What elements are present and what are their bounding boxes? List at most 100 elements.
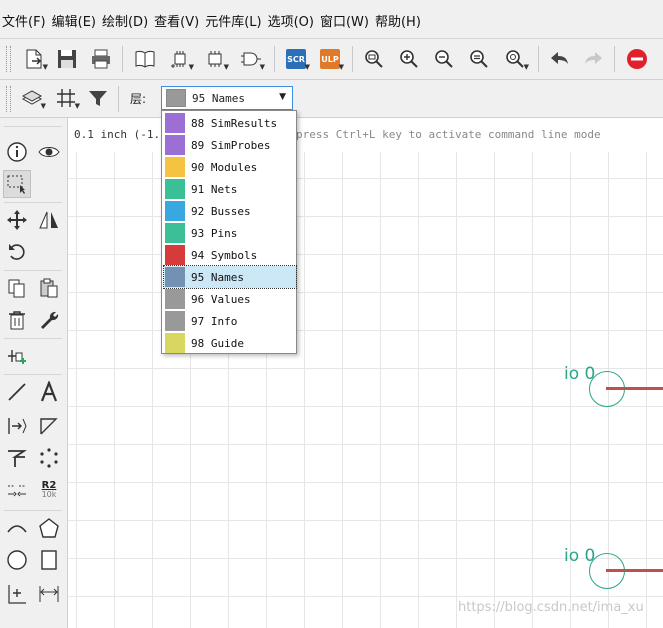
menu-edit[interactable]: 编辑(E) [50,11,100,30]
move-button[interactable] [3,206,31,234]
layer-option-label: 96 Values [191,292,251,306]
change-button[interactable] [35,306,63,334]
wrench-icon [41,311,59,329]
layer-option[interactable]: 98 Guide [164,332,296,354]
layer-toolbar: ▼ ▼ [0,80,663,118]
group-button[interactable] [3,170,31,198]
wire-button[interactable] [35,412,63,440]
filter-button[interactable] [84,84,112,112]
coordinate-readout: 0.1 inch (-1.2 [74,128,167,141]
net-icon [8,450,27,467]
circle-button[interactable] [3,546,31,574]
stop-icon [627,49,647,69]
undo-button[interactable] [545,45,573,73]
line-icon [8,383,26,401]
menu-help[interactable]: 帮助(H) [373,11,425,30]
net-button[interactable] [3,444,31,472]
paste-button[interactable] [35,274,63,302]
zoom-fit-button[interactable] [360,45,388,73]
open-button[interactable]: ▼ [20,45,48,73]
layer-option-label: 95 Names [191,270,244,284]
rect-button[interactable] [35,546,63,574]
layer-option[interactable]: 94 Symbols [164,244,296,266]
trash-icon [9,311,25,330]
value-icon: R2 [41,480,57,491]
layer-color-swatch [165,179,185,199]
net-wire[interactable] [606,387,663,390]
toolbar-grip[interactable] [6,86,11,112]
menu-draw[interactable]: 绘制(D) [100,11,152,30]
library-button[interactable] [131,45,159,73]
zoom-redraw-button[interactable] [465,45,493,73]
layer-settings-button[interactable]: ▼ [18,84,46,112]
tool-palette: R2 10k [0,118,68,628]
rotate-button[interactable] [3,238,31,266]
layer-option[interactable]: 90 Modules [164,156,296,178]
menu-view[interactable]: 查看(V) [152,11,203,30]
layer-option-label: 98 Guide [191,336,244,350]
attribute-button[interactable] [3,580,31,608]
rotate-icon [9,244,25,260]
stop-button[interactable] [623,45,651,73]
layer-option-label: 88 SimResults [191,116,278,130]
zoom-in-button[interactable] [395,45,423,73]
save-button[interactable] [53,45,81,73]
print-button[interactable] [87,45,115,73]
command-line-hint[interactable]: press Ctrl+L key to activate command lin… [296,128,601,141]
chip-button[interactable]: ▼ [201,45,229,73]
menu-library[interactable]: 元件库(L) [203,11,265,30]
zoom-out-button[interactable] [430,45,458,73]
layer-option[interactable]: 95 Names [163,265,297,289]
menu-options[interactable]: 选项(O) [266,11,318,30]
add-part-icon [8,350,26,364]
layer-select[interactable]: 95 Names ▼ [161,86,293,110]
printer-icon [92,49,110,69]
layer-option[interactable]: 92 Busses [164,200,296,222]
layer-color-swatch [165,223,185,243]
menu-file[interactable]: 文件(F) [0,11,50,30]
toolbar-grip[interactable] [6,46,11,72]
menu-window[interactable]: 窗口(W) [318,11,373,30]
copy-button[interactable] [3,274,31,302]
layer-color-swatch [165,267,185,287]
arc-button[interactable] [3,514,31,542]
zoom-redraw-icon [470,50,488,68]
layer-option[interactable]: 96 Values [164,288,296,310]
grid-button[interactable]: ▼ [52,84,80,112]
circle-icon [7,550,27,570]
layer-color-swatch [165,135,185,155]
polygon-button[interactable] [35,514,63,542]
script-button[interactable]: SCR ▼ [282,45,310,73]
dimension-button[interactable] [35,580,63,608]
zoom-area-button[interactable]: ▼ [501,45,529,73]
zoom-fit-icon [365,50,383,68]
layer-dropdown-list: 88 SimResults 89 SimProbes 90 Modules 91 Ne… [161,110,297,354]
add-button[interactable] [3,342,31,370]
junction-button[interactable] [35,444,63,472]
add-part-button[interactable]: ▼ [166,45,194,73]
redo-button[interactable] [580,45,608,73]
show-button[interactable] [35,138,63,166]
ulp-button[interactable]: ULP ▼ [316,45,344,73]
layer-option[interactable]: 88 SimResults [164,112,296,134]
layer-option-label: 97 Info [191,314,238,328]
text-button[interactable] [35,378,63,406]
ulp-icon: ULP [320,49,340,69]
gate-button[interactable]: ▼ [237,45,265,73]
dimension-icon [39,586,59,602]
mirror-button[interactable] [35,206,63,234]
net-wire[interactable] [606,569,663,572]
line-button[interactable] [3,378,31,406]
value-button[interactable]: R2 10k [35,476,63,504]
info-button[interactable] [3,138,31,166]
layer-option[interactable]: 91 Nets [164,178,296,200]
layer-option[interactable]: 97 Info [164,310,296,332]
group-select-icon [7,175,25,194]
layer-option[interactable]: 93 Pins [164,222,296,244]
split-icon [8,485,26,497]
split-button[interactable] [3,476,31,504]
layer-color-swatch [165,157,185,177]
layer-option[interactable]: 89 SimProbes [164,134,296,156]
bus-button[interactable] [3,412,31,440]
delete-button[interactable] [3,306,31,334]
